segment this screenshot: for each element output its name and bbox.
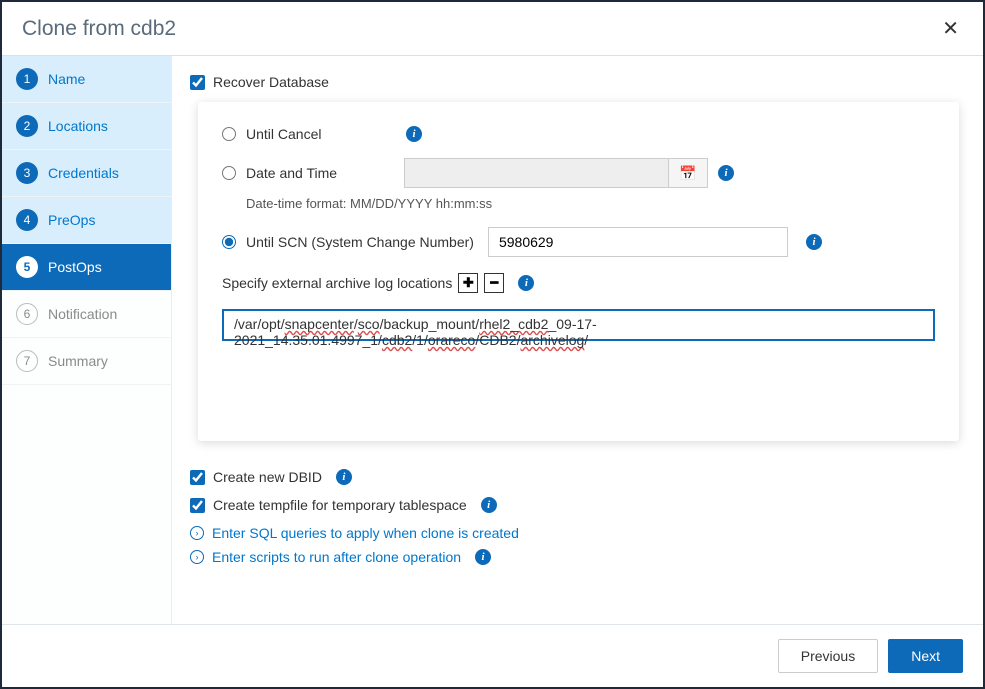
clone-wizard-modal: Clone from cdb2 ✕ 1 Name 2 Locations 3 C… [2, 2, 983, 687]
step-label: Credentials [48, 165, 119, 181]
step-number: 2 [16, 115, 38, 137]
chevron-right-icon: › [190, 526, 204, 540]
info-icon[interactable]: i [518, 275, 534, 291]
add-location-button[interactable]: ✚ [458, 273, 478, 293]
calendar-icon: 📅 [679, 165, 696, 182]
step-number: 5 [16, 256, 38, 278]
tempfile-checkbox[interactable] [190, 498, 205, 513]
date-time-radio[interactable] [222, 166, 236, 180]
previous-button[interactable]: Previous [778, 639, 878, 673]
tempfile-row[interactable]: Create tempfile for temporary tablespace… [190, 497, 959, 513]
until-cancel-row[interactable]: Until Cancel i [222, 126, 935, 142]
info-icon[interactable]: i [481, 497, 497, 513]
info-icon[interactable]: i [406, 126, 422, 142]
step-locations[interactable]: 2 Locations [2, 103, 171, 150]
until-scn-row[interactable]: Until SCN (System Change Number) i [222, 227, 935, 257]
info-icon[interactable]: i [806, 234, 822, 250]
info-icon[interactable]: i [336, 469, 352, 485]
archive-path-input[interactable]: /var/opt/snapcenter/sco/backup_mount/rhe… [222, 309, 935, 341]
step-label: PreOps [48, 212, 95, 228]
step-summary: 7 Summary [2, 338, 171, 385]
modal-footer: Previous Next [2, 624, 983, 687]
step-label: Notification [48, 306, 117, 322]
date-time-row[interactable]: Date and Time 📅 i [222, 158, 935, 188]
modal-body: 1 Name 2 Locations 3 Credentials 4 PreOp… [2, 56, 983, 624]
until-cancel-radio[interactable] [222, 127, 236, 141]
chevron-right-icon: › [190, 550, 204, 564]
step-label: Name [48, 71, 85, 87]
recover-database-checkbox[interactable] [190, 75, 205, 90]
step-preops[interactable]: 4 PreOps [2, 197, 171, 244]
step-number: 6 [16, 303, 38, 325]
scripts-link[interactable]: › Enter scripts to run after clone opera… [190, 549, 959, 565]
step-label: Locations [48, 118, 108, 134]
step-postops[interactable]: 5 PostOps [2, 244, 171, 291]
archive-locations-row: Specify external archive log locations ✚… [222, 273, 935, 293]
date-format-hint: Date-time format: MM/DD/YYYY hh:mm:ss [246, 196, 935, 211]
step-label: Summary [48, 353, 108, 369]
new-dbid-checkbox[interactable] [190, 470, 205, 485]
info-icon[interactable]: i [718, 165, 734, 181]
until-cancel-label: Until Cancel [246, 126, 396, 142]
scripts-label: Enter scripts to run after clone operati… [212, 549, 461, 565]
recover-database-checkbox-row[interactable]: Recover Database [190, 74, 959, 90]
date-time-input [404, 158, 669, 188]
info-icon[interactable]: i [475, 549, 491, 565]
new-dbid-row[interactable]: Create new DBID i [190, 469, 959, 485]
new-dbid-label: Create new DBID [213, 469, 322, 485]
date-time-label: Date and Time [246, 165, 396, 181]
close-button[interactable]: ✕ [938, 16, 963, 41]
recover-database-label: Recover Database [213, 74, 329, 90]
recover-options-card: Until Cancel i Date and Time 📅 i Date-ti… [198, 102, 959, 441]
step-notification: 6 Notification [2, 291, 171, 338]
modal-header: Clone from cdb2 ✕ [2, 2, 983, 56]
step-number: 4 [16, 209, 38, 231]
step-label: PostOps [48, 259, 102, 275]
until-scn-label: Until SCN (System Change Number) [246, 234, 474, 250]
modal-title: Clone from cdb2 [22, 17, 176, 41]
step-number: 7 [16, 350, 38, 372]
step-number: 3 [16, 162, 38, 184]
until-scn-radio[interactable] [222, 235, 236, 249]
scn-input[interactable] [488, 227, 788, 257]
sql-queries-label: Enter SQL queries to apply when clone is… [212, 525, 519, 541]
next-button[interactable]: Next [888, 639, 963, 673]
step-number: 1 [16, 68, 38, 90]
step-name[interactable]: 1 Name [2, 56, 171, 103]
wizard-sidebar: 1 Name 2 Locations 3 Credentials 4 PreOp… [2, 56, 172, 624]
wizard-content: Recover Database Until Cancel i Date and… [172, 56, 983, 624]
step-credentials[interactable]: 3 Credentials [2, 150, 171, 197]
sql-queries-link[interactable]: › Enter SQL queries to apply when clone … [190, 525, 959, 541]
calendar-button[interactable]: 📅 [668, 158, 708, 188]
archive-locations-label: Specify external archive log locations [222, 275, 452, 291]
remove-location-button[interactable]: ━ [484, 273, 504, 293]
tempfile-label: Create tempfile for temporary tablespace [213, 497, 467, 513]
